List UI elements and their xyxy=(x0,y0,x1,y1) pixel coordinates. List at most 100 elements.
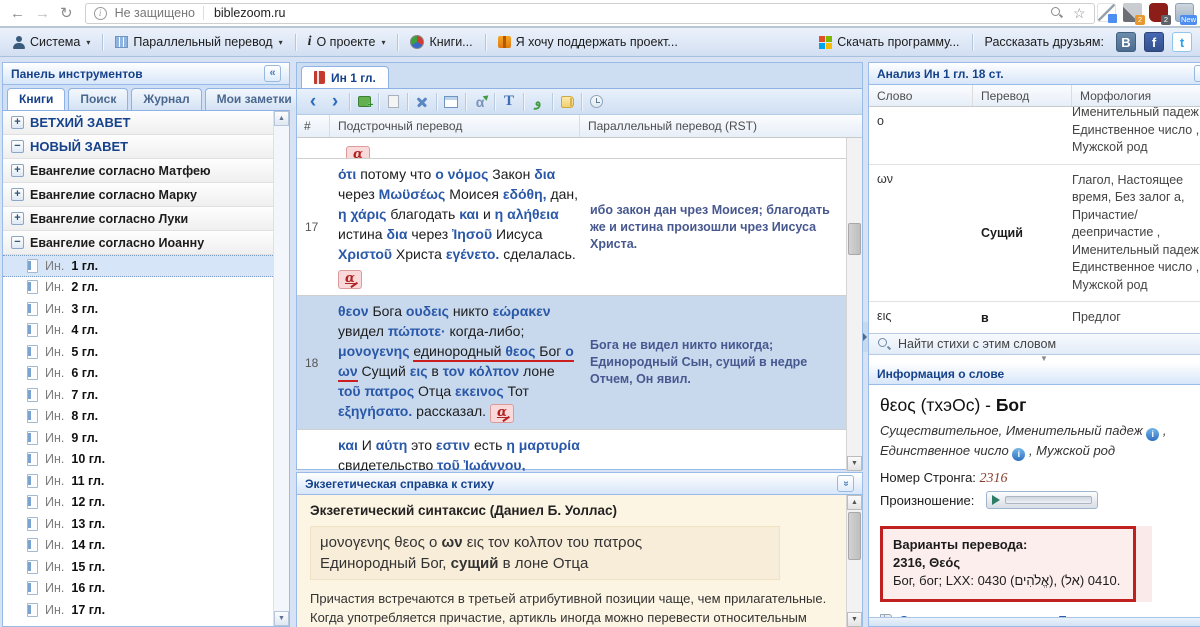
splitter-grab-handle[interactable]: ▼ xyxy=(869,355,1200,363)
forward-icon[interactable]: → xyxy=(35,5,50,22)
tab-my-notes[interactable]: Мои заметки xyxy=(205,88,304,110)
play-icon[interactable] xyxy=(992,495,1000,505)
greek-word[interactable]: εις xyxy=(410,363,428,379)
expand-icon[interactable]: + xyxy=(11,212,24,225)
chapter-item[interactable]: Ин.5 гл. xyxy=(3,341,289,363)
analysis-row[interactable]: ειςвПредлог xyxy=(869,302,1200,333)
expand-icon[interactable]: + xyxy=(11,188,24,201)
extension-pen-icon[interactable]: 2 xyxy=(1123,3,1142,22)
history-button[interactable] xyxy=(585,91,607,113)
strong-number-value[interactable]: 2316 xyxy=(980,471,1008,486)
menu-parallel-translation[interactable]: Параллельный перевод▾ xyxy=(111,35,286,49)
scroll-down-icon[interactable]: ▼ xyxy=(847,456,862,471)
analysis-row[interactable]: оИменительный падеж , Единственное число… xyxy=(869,107,1200,165)
expand-icon[interactable]: + xyxy=(11,164,24,177)
verse-row-18-selected[interactable]: 18 θεον Бога ουδεις никто εώρακεν увидел… xyxy=(297,296,846,430)
greek-word[interactable]: ο νόμος xyxy=(435,166,488,182)
tree-item-john[interactable]: −Евангелие согласно Иоанну xyxy=(3,231,289,255)
analysis-word[interactable]: ων xyxy=(869,172,973,295)
verse-row-partial[interactable]: α xyxy=(297,138,846,159)
greek-word[interactable]: Μωϋσέως xyxy=(379,186,446,202)
analysis-word[interactable]: εις xyxy=(869,309,973,327)
chapter-item[interactable]: Ин.3 гл. xyxy=(3,298,289,320)
chapter-item[interactable]: Ин.9 гл. xyxy=(3,427,289,449)
tree-item-matthew[interactable]: +Евангелие согласно Матфею xyxy=(3,159,289,183)
facebook-icon[interactable]: f xyxy=(1144,32,1164,52)
twitter-icon[interactable]: t xyxy=(1172,32,1192,52)
tree-item-old-testament[interactable]: +ВЕТХИЙ ЗАВЕТ xyxy=(3,111,289,135)
info-icon[interactable] xyxy=(1012,448,1025,461)
collapse-panel-button[interactable]: « xyxy=(264,65,281,82)
morphology-badge[interactable]: α xyxy=(490,404,514,423)
scroll-down-icon[interactable]: ▼ xyxy=(847,612,862,627)
tab-books[interactable]: Книги xyxy=(7,88,65,110)
url-bar[interactable]: i Не защищено biblezoom.ru ☆ xyxy=(85,3,1095,24)
analysis-word[interactable]: о xyxy=(869,114,973,157)
menu-support-project[interactable]: Я хочу поддержать проект... xyxy=(494,35,682,49)
url-text[interactable]: biblezoom.ru xyxy=(214,6,286,20)
greek-word[interactable]: ότι xyxy=(338,166,356,182)
chapter-item[interactable]: Ин.6 гл. xyxy=(3,363,289,385)
greek-word[interactable]: θεος xyxy=(505,343,535,359)
vk-icon[interactable]: B xyxy=(1116,32,1136,52)
chapter-item[interactable]: Ин.11 гл. xyxy=(3,470,289,492)
greek-word[interactable]: εώρακεν xyxy=(493,303,551,319)
extension-shield-icon[interactable]: 2 xyxy=(1149,3,1168,22)
chapter-item[interactable]: Ин.7 гл. xyxy=(3,384,289,406)
collapse-down-button[interactable]: » xyxy=(837,475,854,492)
chapter-item[interactable]: Ин.2 гл. xyxy=(3,277,289,299)
greek-word[interactable]: εστιν xyxy=(436,437,470,453)
greek-word[interactable]: εγένετο. xyxy=(446,246,499,262)
menu-about[interactable]: iО проекте▾ xyxy=(304,34,390,50)
add-book-button[interactable] xyxy=(353,91,375,113)
chapter-item[interactable]: Ин.8 гл. xyxy=(3,406,289,428)
chapter-item[interactable]: Ин.15 гл. xyxy=(3,556,289,578)
tree-item-luke[interactable]: +Евангелие согласно Луки xyxy=(3,207,289,231)
greek-word[interactable]: και xyxy=(338,437,358,453)
chapter-item[interactable]: Ин.12 гл. xyxy=(3,492,289,514)
chapter-item[interactable]: Ин.1 гл. xyxy=(3,255,289,277)
scroll-thumb[interactable] xyxy=(848,223,861,255)
scroll-manuscript-button[interactable] xyxy=(556,91,578,113)
find-verses-bar[interactable]: Найти стихи с этим словом xyxy=(869,333,1200,355)
strongs-search-button[interactable]: α xyxy=(469,91,491,113)
greek-word[interactable]: η μαρτυρία xyxy=(506,437,579,453)
expand-icon[interactable]: + xyxy=(11,116,24,129)
greek-word[interactable]: εξηγήσατο. xyxy=(338,403,412,419)
greek-word[interactable]: δια xyxy=(534,166,555,182)
exegesis-scrollbar[interactable]: ▲ ▼ xyxy=(846,495,862,627)
chapter-item[interactable]: Ин.10 гл. xyxy=(3,449,289,471)
audio-player[interactable] xyxy=(986,491,1098,509)
page-info-icon[interactable]: i xyxy=(94,7,107,20)
tree-item-mark[interactable]: +Евангелие согласно Марку xyxy=(3,183,289,207)
text-button[interactable]: T xyxy=(498,91,520,113)
greek-word[interactable]: Ἰησοῦ xyxy=(452,226,492,242)
audio-progress[interactable] xyxy=(1005,496,1092,504)
greek-word[interactable]: μονογενης xyxy=(338,343,410,359)
collapse-icon[interactable]: − xyxy=(11,236,24,249)
reload-icon[interactable]: ↻ xyxy=(60,4,73,22)
tab-search[interactable]: Поиск xyxy=(68,88,128,110)
collapse-icon[interactable]: − xyxy=(11,140,24,153)
greek-word[interactable]: τοῦ Ἰωάννου, xyxy=(437,457,525,471)
scroll-thumb[interactable] xyxy=(848,512,861,560)
page-button[interactable] xyxy=(382,91,404,113)
extension-new-icon[interactable]: New xyxy=(1175,3,1194,22)
greek-word[interactable]: τον κόλπον xyxy=(443,363,519,379)
morphology-badge[interactable]: α xyxy=(338,270,362,289)
chapter-item[interactable]: Ин.17 гл. xyxy=(3,599,289,621)
greek-word[interactable]: δια xyxy=(386,226,407,242)
analysis-row[interactable]: ωνСущийГлагол, Настоящее время, Без зало… xyxy=(869,165,1200,303)
tools-button[interactable] xyxy=(411,91,433,113)
prev-chapter-button[interactable]: ‹ xyxy=(302,91,324,113)
greek-word[interactable]: τοῦ πατρος xyxy=(338,383,414,399)
verse-row-19[interactable]: και И αύτη это εστιν есть η μαρτυρία сви… xyxy=(297,430,846,471)
info-icon[interactable] xyxy=(1146,428,1159,441)
accent-button[interactable]: و xyxy=(527,91,549,113)
tab-john-1[interactable]: Ин 1 гл. xyxy=(301,66,389,88)
scroll-up-icon[interactable]: ▲ xyxy=(847,495,862,510)
bookmark-star-icon[interactable]: ☆ xyxy=(1073,5,1086,22)
extension-eyedropper-icon[interactable] xyxy=(1097,3,1116,22)
scroll-up-icon[interactable]: ▲ xyxy=(274,111,289,126)
bottom-collapsed-bar[interactable] xyxy=(869,617,1200,626)
